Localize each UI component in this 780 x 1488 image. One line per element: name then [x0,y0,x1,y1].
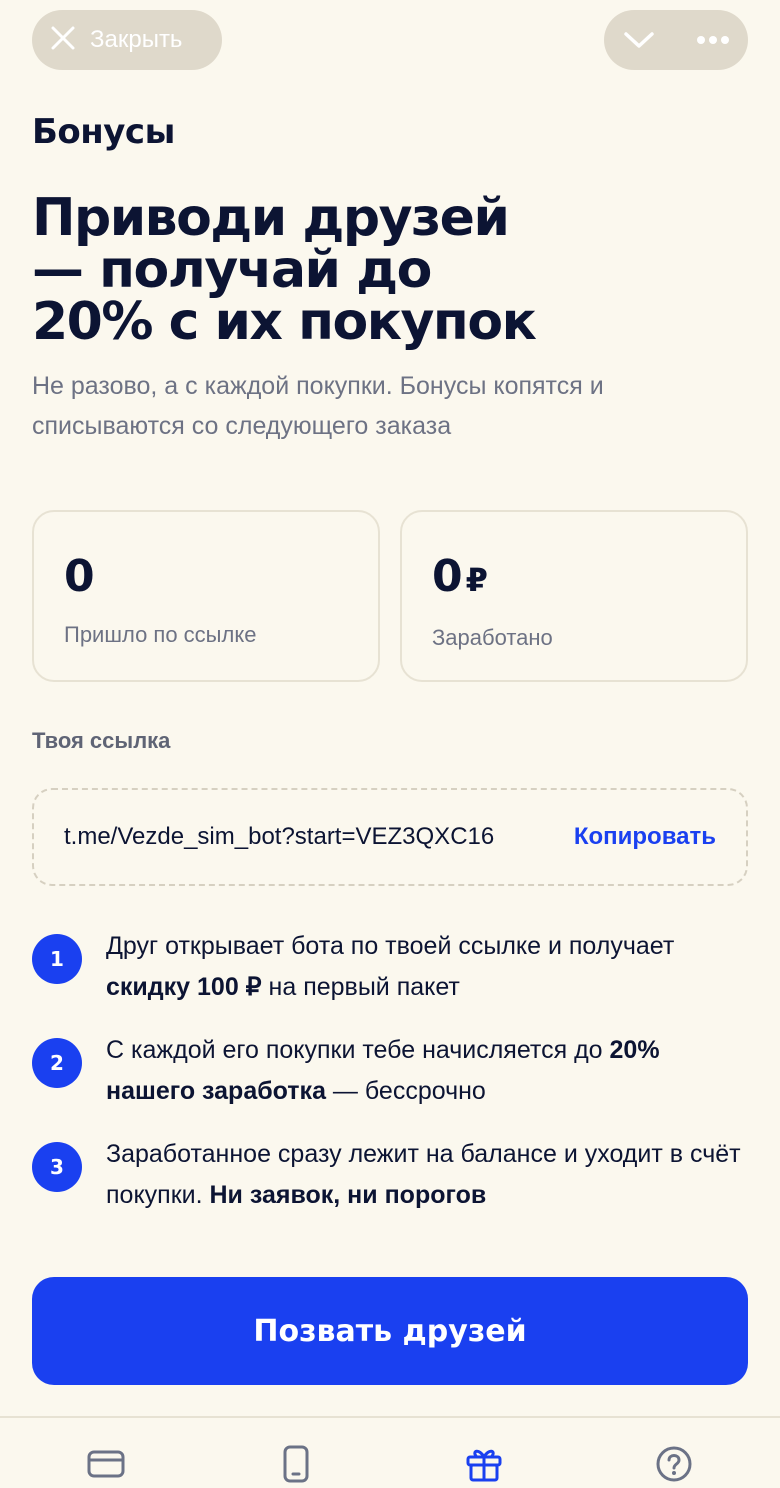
link-label: Твоя ссылка [32,728,171,753]
section-title: Бонусы [32,112,175,152]
referral-link-box: t.me/Vezde_sim_bot?start=VEZ3QXC16 Копир… [32,788,748,886]
step-item: 2 С каждой его покупки тебе начисляется … [32,1030,748,1112]
step-text-pre: Друг открывает бота по твоей ссылке и по… [106,932,675,960]
topbar-menu [604,10,748,70]
gift-icon[interactable] [464,1444,504,1484]
stat-card-referrals: 0 Пришло по ссылке [32,510,380,682]
invite-friends-button[interactable]: Позвать друзей [32,1277,748,1385]
headline-line-2: — получай до [32,240,432,300]
stat-number: 0 [64,551,95,602]
bottom-tab-bar [0,1416,780,1488]
headline: Приводи друзей — получай до 20% с их пок… [32,192,712,348]
help-icon[interactable] [654,1444,694,1484]
chevron-down-icon[interactable] [622,29,656,51]
step-item: 1 Друг открывает бота по твоей ссылке и … [32,926,748,1008]
phone-icon[interactable] [276,1444,316,1484]
step-text-post: на первый пакет [261,973,460,1001]
more-dots-icon[interactable] [696,35,730,45]
step-text-bold: Ни заявок, ни порогов [209,1181,487,1209]
stat-caption: Пришло по ссылке [64,622,257,647]
step-text-post: — бессрочно [325,1077,486,1105]
stat-number: 0 [432,551,463,602]
currency-symbol: ₽ [465,561,488,599]
card-icon[interactable] [86,1444,126,1484]
headline-line-3: 20% с их покупок [32,292,537,352]
step-number-badge: 2 [32,1038,82,1088]
bonuses-screen: Закрыть Бонусы Приводи друзей — получай … [0,0,780,1488]
close-icon [50,25,76,55]
step-text: Заработанное сразу лежит на балансе и ух… [106,1134,748,1216]
step-item: 3 Заработанное сразу лежит на балансе и … [32,1134,748,1216]
copy-link-button[interactable]: Копировать [574,823,716,851]
step-text: Друг открывает бота по твоей ссылке и по… [106,926,748,1008]
step-text-bold: скидку 100 ₽ [106,973,262,1001]
stat-value: 0 ₽ [432,552,746,605]
headline-line-1: Приводи друзей [32,188,510,248]
step-number-badge: 3 [32,1142,82,1192]
step-text-pre: С каждой его покупки тебе начисляется до [106,1036,610,1064]
step-text: С каждой его покупки тебе начисляется до… [106,1030,748,1112]
stat-value: 0 [64,552,378,602]
close-label: Закрыть [90,26,183,53]
subtitle: Не разово, а с каждой покупки. Бонусы ко… [32,372,604,440]
stat-card-earned: 0 ₽ Заработано [400,510,748,682]
close-button[interactable]: Закрыть [32,10,222,70]
step-number-badge: 1 [32,934,82,984]
stat-caption: Заработано [432,625,553,650]
referral-link-url[interactable]: t.me/Vezde_sim_bot?start=VEZ3QXC16 [64,823,494,851]
